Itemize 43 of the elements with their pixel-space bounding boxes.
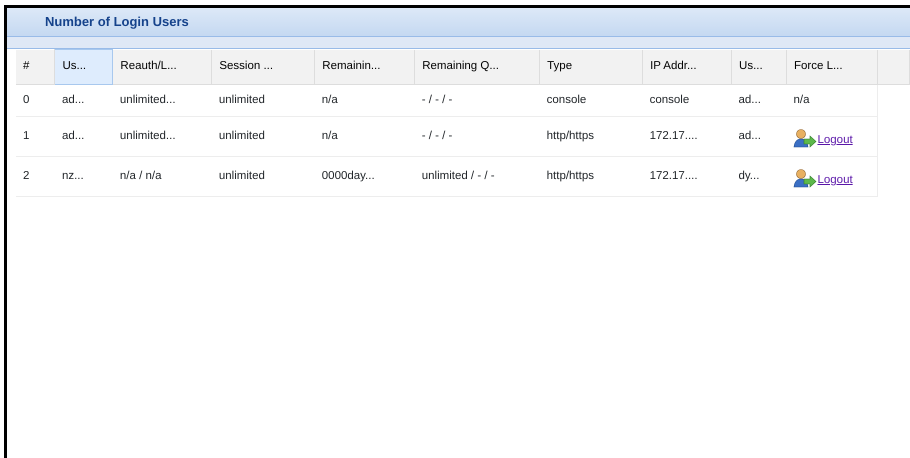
table-cell: http/https: [540, 156, 643, 196]
table-cell: 1: [16, 116, 55, 156]
table-cell: 0000day...: [314, 156, 415, 196]
panel-title: Number of Login Users: [45, 13, 189, 32]
table-cell: - / - / -: [414, 116, 540, 156]
column-header[interactable]: Us...: [54, 50, 113, 84]
column-header[interactable]: Reauth/L...: [112, 50, 212, 84]
column-header[interactable]: Remainin...: [314, 50, 415, 84]
table-cell: - / - / -: [414, 84, 540, 116]
table-cell: ad...: [732, 84, 786, 116]
table-cell: n/a: [314, 116, 415, 156]
table-cell: unlimited: [212, 84, 315, 116]
user-arrow-icon: [793, 129, 818, 150]
table-cell: unlimited: [212, 116, 315, 156]
table-cell: ad...: [732, 116, 786, 156]
table-cell: unlimited...: [112, 116, 212, 156]
table-cell: 0: [16, 84, 55, 116]
column-header[interactable]: #: [16, 50, 55, 84]
table-cell: n/a / n/a: [112, 156, 212, 196]
table-cell: n/a: [786, 84, 878, 116]
table-cell: ad...: [54, 116, 113, 156]
column-header[interactable]: Session ...: [212, 50, 315, 84]
table-cell: console: [540, 84, 643, 116]
table-cell: n/a: [314, 84, 415, 116]
table-cell: http/https: [540, 116, 643, 156]
table-cell: unlimited...: [112, 84, 212, 116]
table-cell: console: [642, 84, 732, 116]
table-cell: dy...: [732, 156, 786, 196]
table-cell: 172.17....: [642, 156, 732, 196]
table-cell: unlimited: [212, 156, 315, 196]
table-cell: ad...: [54, 84, 113, 116]
table-cell: unlimited / - / -: [414, 156, 540, 196]
column-header[interactable]: IP Addr...: [642, 50, 732, 84]
logout-link[interactable]: Logout: [817, 164, 853, 190]
table-cell: nz...: [54, 156, 113, 196]
column-header[interactable]: Type: [540, 50, 643, 84]
column-header[interactable]: Us...: [732, 50, 786, 84]
logout-link[interactable]: Logout: [817, 124, 853, 150]
user-arrow-icon: [793, 169, 818, 190]
table-cell: 2: [16, 156, 55, 196]
column-header[interactable]: Remaining Q...: [414, 50, 540, 84]
column-header[interactable]: Force L...: [786, 50, 878, 84]
table-cell: 172.17....: [642, 116, 732, 156]
